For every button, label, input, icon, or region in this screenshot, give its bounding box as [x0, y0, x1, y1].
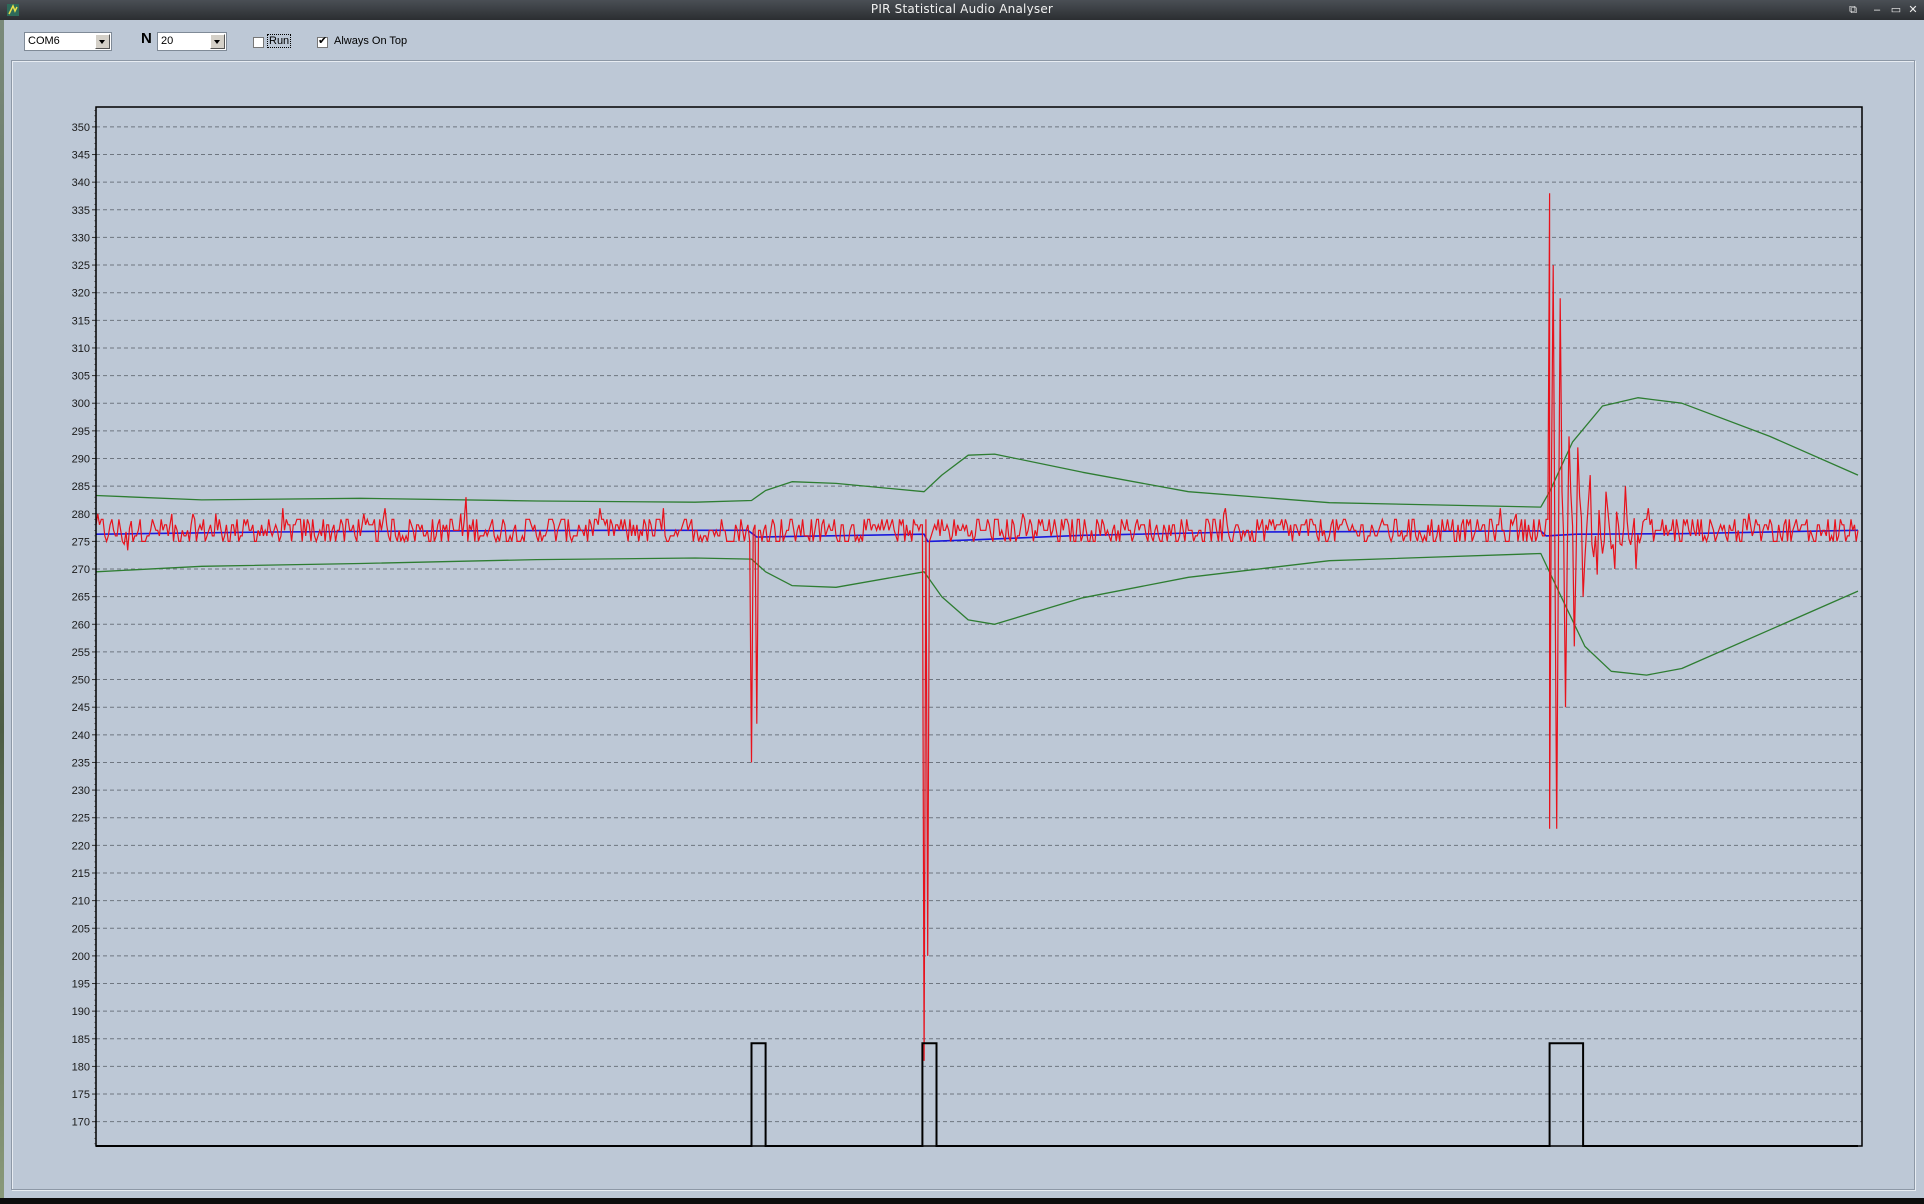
- y-tick-label: 225: [72, 813, 90, 825]
- y-tick-label: 330: [72, 232, 90, 244]
- taskbar-edge: [0, 1198, 1924, 1204]
- y-tick-label: 220: [72, 840, 90, 852]
- y-tick-label: 345: [72, 150, 90, 162]
- y-tick-label: 200: [72, 951, 90, 963]
- y-tick-label: 215: [72, 868, 90, 880]
- trigger-line: [96, 1042, 1858, 1147]
- y-tick-label: 245: [72, 702, 90, 714]
- plot-frame: [95, 106, 1863, 1147]
- y-tick-label: 290: [72, 453, 90, 465]
- y-tick-label: 335: [72, 205, 90, 217]
- signal-line: [95, 193, 1859, 1061]
- y-tick-label: 305: [72, 371, 90, 383]
- y-tick-label: 325: [72, 260, 90, 272]
- y-tick-label: 315: [72, 315, 90, 327]
- y-tick-label: 255: [72, 647, 90, 659]
- y-tick-label: 230: [72, 785, 90, 797]
- y-tick-label: 310: [72, 343, 90, 355]
- y-tick-label: 300: [72, 398, 90, 410]
- y-tick-label: 295: [72, 426, 90, 438]
- y-tick-label: 175: [72, 1089, 90, 1101]
- y-tick-label: 340: [72, 177, 90, 189]
- signal-chart: 170 175 180 185 190 195 200 205 210 215 220 225 230 2…: [72, 106, 1863, 1147]
- y-tick-label: 240: [72, 730, 90, 742]
- series-layer: [95, 193, 1859, 1147]
- y-tick-label: 185: [72, 1034, 90, 1046]
- lower-band-line: [95, 552, 1859, 676]
- grid-lines: [96, 126, 1862, 1123]
- upper-band-line: [95, 397, 1859, 508]
- y-tick-label: 250: [72, 675, 90, 687]
- y-tick-label: 205: [72, 923, 90, 935]
- y-tick-label: 280: [72, 509, 90, 521]
- y-axis: 170 175 180 185 190 195 200 205 210 215 220 225 230 2…: [72, 110, 96, 1145]
- y-tick-label: 320: [72, 288, 90, 300]
- y-tick-label: 190: [72, 1006, 90, 1018]
- y-tick-label: 265: [72, 592, 90, 604]
- y-tick-label: 235: [72, 757, 90, 769]
- y-tick-label: 180: [72, 1061, 90, 1073]
- y-tick-label: 195: [72, 979, 90, 991]
- y-tick-label: 275: [72, 536, 90, 548]
- y-tick-label: 210: [72, 896, 90, 908]
- y-tick-label: 270: [72, 564, 90, 576]
- y-tick-label: 350: [72, 122, 90, 134]
- y-tick-label: 285: [72, 481, 90, 493]
- y-tick-label: 170: [72, 1117, 90, 1129]
- y-tick-label: 260: [72, 619, 90, 631]
